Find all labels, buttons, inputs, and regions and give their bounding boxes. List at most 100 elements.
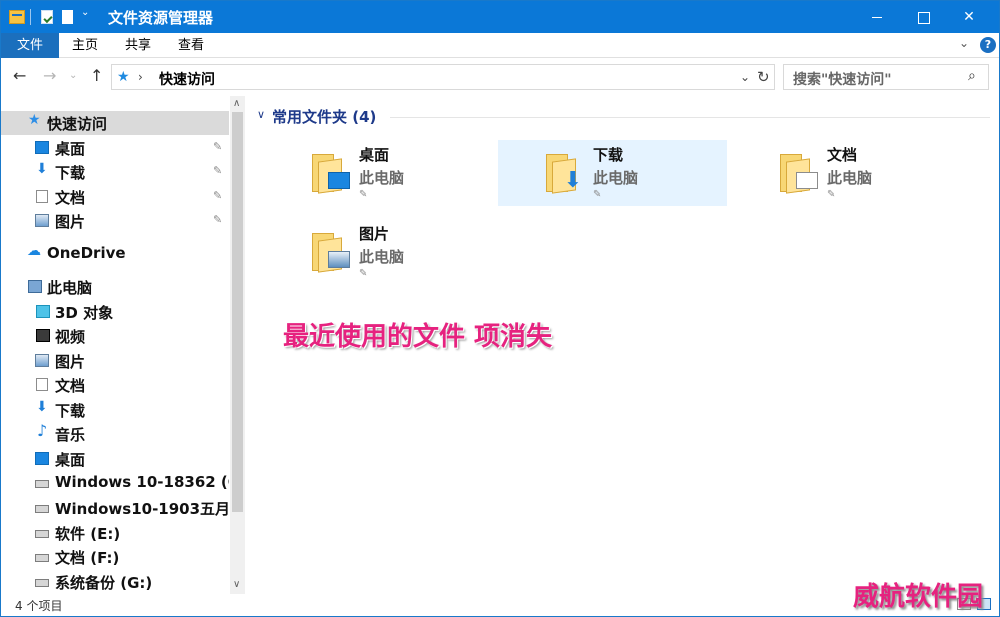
group-divider xyxy=(390,117,990,118)
nav-item-label: 桌面 xyxy=(55,140,86,158)
nav-item-label: 图片 xyxy=(55,213,86,231)
pin-icon[interactable]: ✎ xyxy=(213,140,222,153)
address-bar[interactable]: ★ › 快速访问 ⌄ ↻ xyxy=(111,64,775,90)
nav-item-documents[interactable]: 文档 ✎ xyxy=(1,185,229,209)
address-row: ← → ⌄ ↑ ★ › 快速访问 ⌄ ↻ 搜索"快速访问" ⌕ xyxy=(1,58,999,96)
properties-icon[interactable] xyxy=(41,10,53,24)
breadcrumb-quick-access[interactable]: 快速访问 xyxy=(159,69,215,89)
pin-icon[interactable]: ✎ xyxy=(213,213,222,226)
folder-tile-desktop[interactable]: 桌面 此电脑 ✎ xyxy=(264,140,493,206)
navigation-pane: ★ 快速访问 桌面 ✎ ⬇ 下载 ✎ 文档 ✎ 图片 ✎ ☁ OneDrive xyxy=(1,96,245,594)
pin-icon[interactable]: ✎ xyxy=(213,189,222,202)
nav-item-pictures-pc[interactable]: 图片 xyxy=(1,349,229,373)
scroll-up-icon[interactable]: ∧ xyxy=(233,98,240,109)
nav-item-downloads-pc[interactable]: ⬇ 下载 xyxy=(1,398,229,422)
nav-item-label: 视频 xyxy=(55,328,86,346)
folder-name: 文档 xyxy=(827,146,858,164)
nav-item-drive-c[interactable]: Windows 10-18362 (C xyxy=(1,471,229,495)
nav-scrollbar[interactable]: ∧ ∨ xyxy=(230,96,245,594)
nav-item-videos[interactable]: 视频 xyxy=(1,324,229,348)
desktop-icon xyxy=(328,172,350,189)
nav-item-desktop[interactable]: 桌面 ✎ xyxy=(1,136,229,160)
desktop-icon xyxy=(35,452,49,465)
recent-locations-button[interactable]: ⌄ xyxy=(69,70,77,81)
nav-item-drive-d[interactable]: Windows10-1903五月 xyxy=(1,496,229,520)
window-title: 文件资源管理器 xyxy=(108,9,214,27)
nav-item-this-pc[interactable]: 此电脑 xyxy=(1,275,229,299)
nav-item-onedrive[interactable]: ☁ OneDrive xyxy=(1,242,229,266)
back-button[interactable]: ← xyxy=(13,66,26,85)
annotation-text: 最近使用的文件 项消失 xyxy=(283,322,553,352)
download-icon: ⬇ xyxy=(36,161,48,177)
help-icon[interactable]: ? xyxy=(980,37,996,53)
folder-location: 此电脑 xyxy=(827,169,873,187)
chevron-down-icon[interactable]: ∨ xyxy=(257,108,265,121)
nav-item-label: 图片 xyxy=(55,353,86,371)
folder-tile-documents[interactable]: 文档 此电脑 ✎ xyxy=(732,140,961,206)
search-placeholder: 搜索"快速访问" xyxy=(793,72,892,88)
forward-button[interactable]: → xyxy=(43,66,56,85)
scroll-thumb[interactable] xyxy=(232,112,243,512)
folder-tile-downloads[interactable]: ⬇ 下载 此电脑 ✎ xyxy=(498,140,727,206)
nav-item-music[interactable]: ♪ 音乐 xyxy=(1,422,229,446)
title-bar: ⌄ 文件资源管理器 ✕ xyxy=(1,1,999,33)
nav-item-quick-access[interactable]: ★ 快速访问 xyxy=(1,111,229,135)
maximize-button[interactable] xyxy=(900,1,946,33)
nav-item-drive-e[interactable]: 软件 (E:) xyxy=(1,521,229,545)
new-folder-icon[interactable] xyxy=(62,10,73,24)
pictures-icon xyxy=(328,251,350,268)
folder-tile-pictures[interactable]: 图片 此电脑 ✎ xyxy=(264,219,493,285)
nav-item-documents-pc[interactable]: 文档 xyxy=(1,373,229,397)
nav-item-label: 3D 对象 xyxy=(55,304,114,322)
breadcrumb-separator-icon[interactable]: › xyxy=(138,70,143,84)
refresh-icon[interactable]: ↻ xyxy=(757,68,770,86)
folder-location: 此电脑 xyxy=(359,169,405,187)
scroll-down-icon[interactable]: ∨ xyxy=(233,579,240,590)
folder-icon[interactable] xyxy=(9,10,25,24)
document-icon xyxy=(36,378,48,391)
pictures-icon xyxy=(35,214,49,227)
star-icon: ★ xyxy=(28,112,41,128)
nav-item-label: 文档 xyxy=(55,377,86,395)
folder-icon xyxy=(780,154,818,194)
folder-name: 下载 xyxy=(593,146,624,164)
address-dropdown-icon[interactable]: ⌄ xyxy=(740,70,750,84)
pin-icon[interactable]: ✎ xyxy=(213,164,222,177)
nav-item-downloads[interactable]: ⬇ 下载 ✎ xyxy=(1,160,229,184)
pin-icon: ✎ xyxy=(359,189,368,200)
nav-item-pictures[interactable]: 图片 ✎ xyxy=(1,209,229,233)
tab-view[interactable]: 查看 xyxy=(167,33,215,58)
nav-item-label: 下载 xyxy=(55,402,86,420)
nav-item-label: 软件 (E:) xyxy=(55,525,121,543)
cloud-icon: ☁ xyxy=(27,243,41,259)
nav-item-label: 音乐 xyxy=(55,426,86,444)
pictures-icon xyxy=(35,354,49,367)
folder-icon: ⬇ xyxy=(546,154,584,194)
tab-home[interactable]: 主页 xyxy=(61,33,109,58)
pin-icon: ✎ xyxy=(359,268,368,279)
nav-item-label: Windows 10-18362 (C xyxy=(55,473,229,491)
folder-location: 此电脑 xyxy=(359,248,405,266)
watermark-text: 威航软件园 xyxy=(853,582,984,612)
minimize-button[interactable] xyxy=(854,1,900,33)
tab-file[interactable]: 文件 xyxy=(1,33,59,58)
folder-name: 桌面 xyxy=(359,146,390,164)
search-icon[interactable]: ⌕ xyxy=(968,68,976,84)
music-icon: ♪ xyxy=(37,422,48,440)
customize-dropdown-icon[interactable]: ⌄ xyxy=(81,7,89,25)
nav-item-3d-objects[interactable]: 3D 对象 xyxy=(1,300,229,324)
computer-icon xyxy=(28,280,42,293)
nav-item-drive-g[interactable]: 系统备份 (G:) xyxy=(1,570,229,594)
nav-item-drive-f[interactable]: 文档 (F:) xyxy=(1,545,229,569)
close-button[interactable]: ✕ xyxy=(946,1,992,33)
nav-item-label: OneDrive xyxy=(47,244,126,262)
drive-icon xyxy=(35,505,49,513)
content-pane: ∨ 常用文件夹 (4) 桌面 此电脑 ✎ ⬇ 下载 此电脑 ✎ 文档 此电脑 ✎… xyxy=(245,96,999,594)
up-button[interactable]: ↑ xyxy=(90,66,103,85)
nav-item-desktop-pc[interactable]: 桌面 xyxy=(1,447,229,471)
expand-ribbon-icon[interactable]: ⌄ xyxy=(959,36,969,50)
search-input[interactable]: 搜索"快速访问" ⌕ xyxy=(783,64,989,90)
tab-share[interactable]: 共享 xyxy=(114,33,162,58)
group-header-frequent-folders[interactable]: 常用文件夹 (4) xyxy=(272,106,376,127)
desktop-icon xyxy=(35,141,49,154)
